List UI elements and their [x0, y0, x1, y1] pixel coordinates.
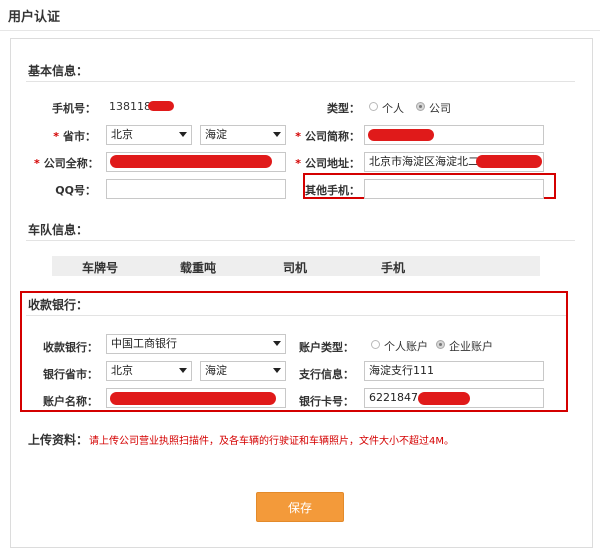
- upload-hint: 请上传公司营业执照扫描件，及各车辆的行驶证和车辆照片，文件大小不超过4M。: [89, 436, 454, 447]
- branch-label: 支行信息：: [299, 368, 354, 381]
- bank-province-value: 北京: [111, 364, 133, 377]
- fleet-col-plate: 车牌号: [82, 261, 119, 275]
- section-divider-fleet: [26, 240, 575, 241]
- section-title-fleet: 车队信息：: [28, 223, 89, 237]
- type-option-company[interactable]: 公司: [429, 100, 451, 116]
- company-address-value: 北京市海淀区海淀北二: [369, 155, 479, 168]
- company-full-redaction: [110, 155, 272, 168]
- required-mark: *: [295, 130, 301, 143]
- phone-label: 手机号：: [52, 102, 96, 115]
- company-address-label: * 公司地址：: [295, 157, 360, 170]
- account-type-radio-personal[interactable]: [371, 340, 380, 349]
- chevron-down-icon: [273, 368, 281, 373]
- city-select-value: 海淀: [205, 128, 227, 141]
- phone-value: 138118: [109, 100, 151, 113]
- upload-label: 上传资料：: [28, 433, 89, 447]
- company-full-label: * 公司全称：: [34, 157, 99, 170]
- qq-input[interactable]: [106, 179, 286, 199]
- account-type-radio-company[interactable]: [436, 340, 445, 349]
- account-type-option-personal[interactable]: 个人账户: [384, 338, 428, 354]
- card-no-redaction: [418, 392, 470, 405]
- chevron-down-icon: [273, 132, 281, 137]
- city-select[interactable]: 海淀: [200, 125, 286, 145]
- account-type-label: 账户类型：: [299, 341, 354, 354]
- page-title: 用户认证: [8, 10, 61, 25]
- branch-input[interactable]: 海淀支行111: [364, 361, 544, 381]
- chevron-down-icon: [273, 341, 281, 346]
- type-label: 类型：: [327, 102, 360, 115]
- bank-label: 收款银行：: [43, 341, 98, 354]
- account-type-option-company[interactable]: 企业账户: [449, 338, 493, 354]
- required-mark: *: [295, 157, 301, 170]
- title-divider: [0, 30, 600, 31]
- section-title-basic: 基本信息：: [28, 64, 89, 78]
- province-select[interactable]: 北京: [106, 125, 192, 145]
- required-mark: *: [34, 157, 40, 170]
- other-phone-label: 其他手机：: [305, 184, 360, 197]
- company-short-redaction: [368, 129, 434, 141]
- bank-city-value: 海淀: [205, 364, 227, 377]
- bank-province-label: 银行省市：: [43, 368, 98, 381]
- fleet-col-load: 载重吨: [180, 261, 217, 275]
- province-select-value: 北京: [111, 128, 133, 141]
- chevron-down-icon: [179, 132, 187, 137]
- branch-value: 海淀支行111: [369, 364, 434, 377]
- account-name-redaction: [110, 392, 276, 405]
- province-label: * 省市：: [53, 130, 96, 143]
- company-short-label: * 公司简称：: [295, 130, 360, 143]
- section-divider-bank: [26, 315, 566, 316]
- type-radio-personal[interactable]: [369, 102, 378, 111]
- phone-redaction: [148, 101, 174, 111]
- fleet-col-driver: 司机: [283, 261, 308, 275]
- account-name-label: 账户名称：: [43, 395, 98, 408]
- save-button[interactable]: 保存: [256, 492, 344, 522]
- bank-select-value: 中国工商银行: [111, 337, 177, 350]
- required-mark: *: [53, 130, 59, 143]
- other-phone-input[interactable]: [364, 179, 544, 199]
- section-title-bank: 收款银行：: [28, 298, 89, 312]
- type-radio-company[interactable]: [416, 102, 425, 111]
- bank-province-select[interactable]: 北京: [106, 361, 192, 381]
- section-divider-basic: [26, 81, 575, 82]
- fleet-col-phone: 手机: [381, 261, 406, 275]
- bank-city-select[interactable]: 海淀: [200, 361, 286, 381]
- bank-select[interactable]: 中国工商银行: [106, 334, 286, 354]
- type-option-personal[interactable]: 个人: [382, 100, 404, 116]
- qq-label: QQ号：: [55, 184, 96, 197]
- card-no-label: 银行卡号：: [299, 395, 354, 408]
- card-no-value: 6221847: [369, 391, 418, 404]
- company-address-redaction: [476, 155, 542, 168]
- chevron-down-icon: [179, 368, 187, 373]
